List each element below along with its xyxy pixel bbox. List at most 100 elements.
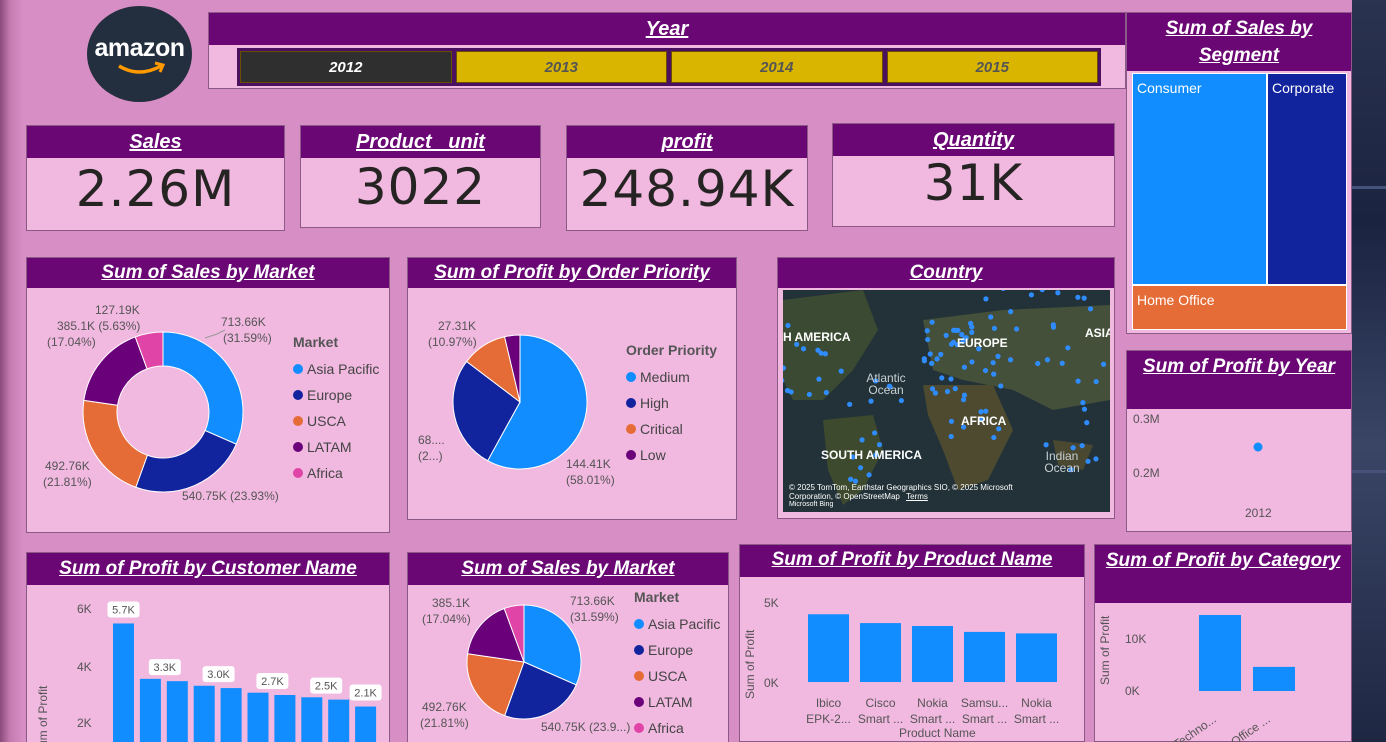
map-point[interactable] [1055, 290, 1061, 296]
map-point[interactable] [859, 437, 865, 443]
map-point[interactable] [816, 376, 822, 382]
map-point[interactable] [1081, 295, 1087, 301]
product-bar[interactable] [964, 631, 1005, 682]
map-point[interactable] [921, 358, 927, 364]
kpi-card-profit[interactable]: profit 248.94K [566, 125, 808, 231]
legend-item-asia-pacific[interactable]: Asia Pacific [293, 356, 379, 382]
legend-item-critical[interactable]: Critical [626, 416, 717, 442]
map-point[interactable] [929, 360, 935, 366]
map-point[interactable] [1028, 292, 1035, 298]
product-bar[interactable] [860, 623, 901, 682]
map-point[interactable] [988, 314, 994, 320]
map-point[interactable] [1039, 290, 1045, 293]
legend-item-africa[interactable]: Africa [634, 715, 720, 741]
map-point[interactable] [969, 359, 975, 365]
world-map[interactable]: H AMERICA EUROPE ASIA AFRICA SOUTH AMERI… [783, 290, 1110, 512]
map-point[interactable] [1007, 357, 1014, 363]
map-point[interactable] [785, 322, 791, 329]
customer-bar[interactable] [355, 706, 377, 742]
map-point[interactable] [822, 351, 828, 357]
map-point[interactable] [1079, 443, 1085, 449]
map-point[interactable] [934, 356, 940, 362]
treemap-tile-consumer[interactable]: Consumer [1132, 73, 1267, 285]
map-point[interactable] [847, 401, 853, 407]
legend-item-high[interactable]: High [626, 390, 717, 416]
map-point[interactable] [960, 397, 967, 403]
map-point[interactable] [866, 472, 872, 478]
map-point[interactable] [990, 360, 996, 366]
map-point[interactable] [806, 391, 812, 398]
map-point[interactable] [868, 398, 874, 404]
map-point[interactable] [1100, 361, 1107, 367]
map-point[interactable] [815, 347, 821, 353]
profit-by-order-priority-visual[interactable]: Sum of Profit by Order Priority 27.31K (… [407, 257, 737, 520]
map-point[interactable] [944, 388, 951, 395]
map-point[interactable] [924, 328, 930, 334]
map-point[interactable] [823, 389, 829, 396]
kpi-card-product-unit[interactable]: Product unit 3022 [300, 125, 541, 228]
map-point[interactable] [925, 336, 931, 343]
customer-bar[interactable] [193, 685, 215, 742]
map-point[interactable] [1044, 357, 1051, 363]
map-point[interactable] [929, 386, 936, 392]
sales-by-segment-visual[interactable]: Sum of Sales by Segment Consumer Corpora… [1126, 12, 1352, 334]
map-point[interactable] [898, 397, 904, 404]
map-point[interactable] [783, 365, 787, 371]
map-point[interactable] [1084, 420, 1090, 426]
map-point[interactable] [838, 368, 844, 374]
map-point[interactable] [1008, 309, 1014, 315]
customer-bar[interactable] [274, 695, 296, 742]
map-point[interactable] [952, 385, 958, 392]
map-point[interactable] [932, 390, 939, 396]
map-point[interactable] [961, 364, 968, 370]
map-point[interactable] [783, 378, 785, 383]
legend-item-asia-pacific[interactable]: Asia Pacific [634, 611, 720, 637]
legend-item-medium[interactable]: Medium [626, 364, 717, 390]
treemap-tile-corporate[interactable]: Corporate [1267, 73, 1347, 285]
product-bar[interactable] [808, 614, 849, 682]
kpi-card-sales[interactable]: Sales 2.26M [26, 125, 285, 231]
legend-item-usca[interactable]: USCA [634, 663, 720, 689]
map-point[interactable] [948, 418, 955, 424]
customer-bar[interactable] [113, 623, 134, 742]
map-point[interactable] [1035, 360, 1041, 367]
map-point[interactable] [961, 392, 968, 398]
map-point[interactable] [1093, 456, 1099, 462]
donut-slice-asia-pacific[interactable] [162, 331, 244, 445]
donut-slice-usca[interactable] [82, 399, 149, 488]
customer-bar[interactable] [328, 699, 350, 742]
right-scrollbar[interactable] [1352, 0, 1386, 742]
map-point[interactable] [876, 442, 883, 448]
map-point[interactable] [848, 476, 854, 482]
map-point[interactable] [998, 383, 1004, 389]
map-point[interactable] [1043, 442, 1049, 448]
map-point[interactable] [969, 329, 975, 335]
customer-bar[interactable] [166, 681, 188, 742]
year-tile-2013[interactable]: 2013 [455, 51, 667, 83]
map-point[interactable] [991, 434, 997, 441]
map-point[interactable] [939, 375, 945, 381]
year-tile-2012[interactable]: 2012 [240, 51, 452, 83]
map-point[interactable] [1080, 400, 1086, 406]
profit-by-product-visual[interactable]: Sum of Profit by Product Name Sum of Pro… [739, 544, 1085, 742]
map-point[interactable] [1059, 360, 1065, 366]
product-bar[interactable] [912, 626, 953, 682]
category-bar[interactable] [1199, 615, 1241, 691]
customer-bar[interactable] [247, 692, 269, 742]
map-point[interactable] [948, 433, 954, 440]
map-point[interactable] [1001, 290, 1006, 291]
map-point[interactable] [1075, 378, 1081, 384]
map-point[interactable] [948, 341, 955, 347]
profit-by-category-visual[interactable]: Sum of Profit by Category Sum of Profit … [1094, 544, 1352, 742]
sales-by-market-pie-visual[interactable]: Sum of Sales by Market 713.66K (31.59%) … [407, 552, 729, 742]
map-data-points[interactable] [783, 290, 1110, 512]
map-point[interactable] [1013, 326, 1020, 332]
map-point[interactable] [1075, 294, 1081, 300]
year-tile-2014[interactable]: 2014 [671, 51, 883, 83]
map-point[interactable] [1065, 345, 1071, 351]
map-point[interactable] [991, 325, 998, 331]
donut-slice-europe[interactable] [135, 429, 237, 493]
map-point[interactable] [948, 376, 954, 382]
map-point[interactable] [943, 332, 949, 339]
map-point[interactable] [929, 319, 935, 325]
